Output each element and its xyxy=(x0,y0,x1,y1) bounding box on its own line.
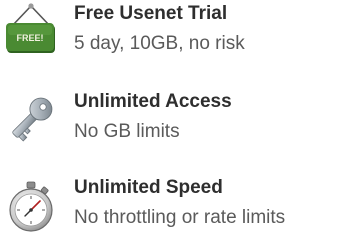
feature-title: Free Usenet Trial xyxy=(74,3,228,24)
feature-description: No throttling or rate limits xyxy=(74,207,286,228)
feature-description: 5 day, 10GB, no risk xyxy=(74,33,245,54)
feature-unlimited-speed: Unlimited Speed No throttling or rate li… xyxy=(0,174,352,238)
key-icon xyxy=(2,90,60,148)
svg-text:FREE!: FREE! xyxy=(17,33,44,43)
feature-description: No GB limits xyxy=(74,121,180,142)
stopwatch-icon xyxy=(2,176,60,234)
feature-list: FREE! Free Usenet Trial 5 day, 10GB, no … xyxy=(0,0,352,241)
feature-free-trial: FREE! Free Usenet Trial 5 day, 10GB, no … xyxy=(0,0,352,64)
free-sign-icon: FREE! xyxy=(2,2,60,60)
feature-title: Unlimited Access xyxy=(74,91,232,112)
feature-title: Unlimited Speed xyxy=(74,177,223,198)
feature-unlimited-access: Unlimited Access No GB limits xyxy=(0,88,352,152)
